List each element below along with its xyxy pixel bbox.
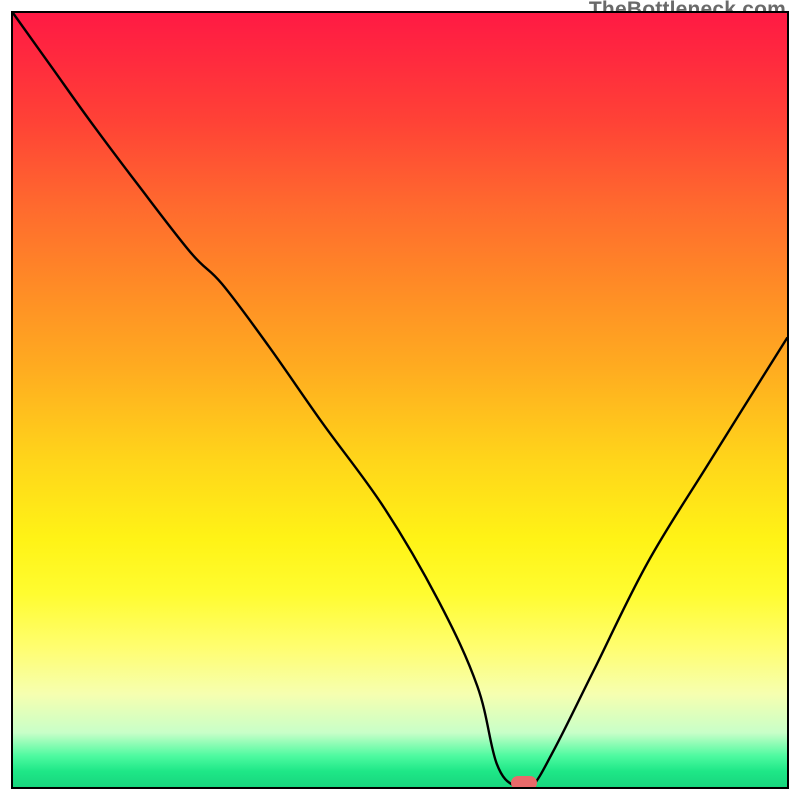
bottleneck-curve [13,13,787,787]
chart-frame [11,11,789,789]
optimal-marker [511,776,537,789]
